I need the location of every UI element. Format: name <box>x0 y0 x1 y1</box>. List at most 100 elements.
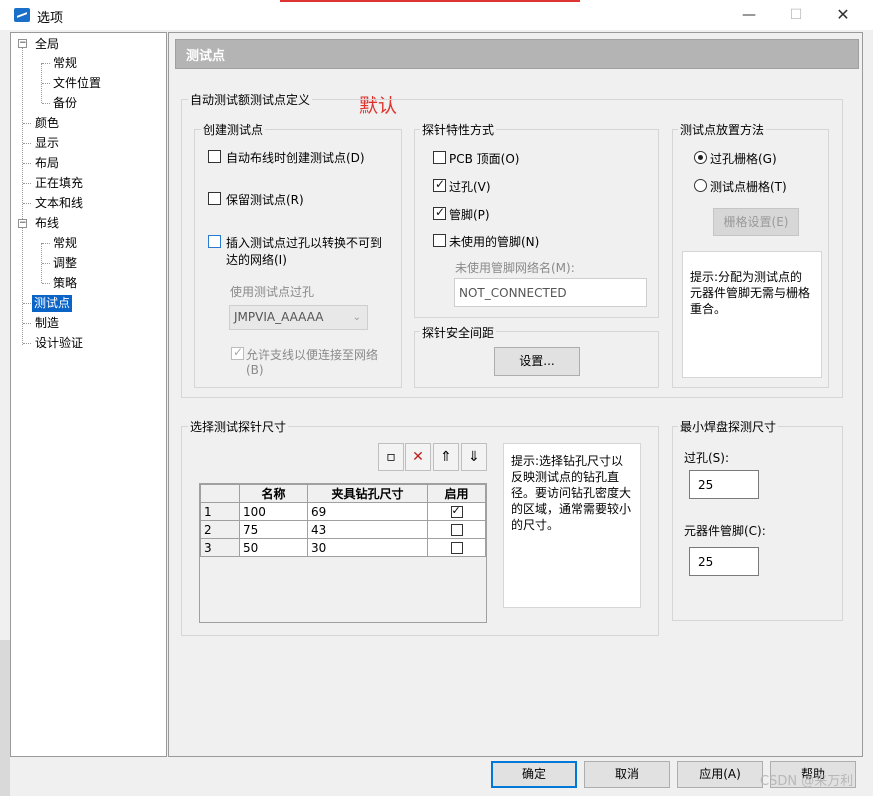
tree-line <box>22 47 23 345</box>
probe-method-group-label: 探针特性方式 <box>420 121 497 138</box>
via-grid-radio[interactable] <box>694 151 707 164</box>
ok-button[interactable]: 确定 <box>491 761 577 788</box>
testpoint-via-value: JMPVIA_AAAAA <box>234 310 324 324</box>
keep-testpoint-checkbox[interactable] <box>208 192 221 205</box>
via-probe-label: 过孔(V) <box>449 180 491 194</box>
cancel-button[interactable]: 取消 <box>584 761 670 788</box>
tree-item-manufacturing[interactable]: 制造 <box>33 315 61 332</box>
table-row[interactable]: 3 50 30 <box>200 538 486 557</box>
create-testpoint-group-label: 创建测试点 <box>201 121 266 138</box>
tree-item-test-points[interactable]: 测试点 <box>32 295 73 312</box>
unused-netname-input[interactable]: NOT_CONNECTED <box>454 278 647 307</box>
unused-pin-label: 未使用的管脚(N) <box>449 235 540 249</box>
tree-line <box>23 143 31 144</box>
column-header-enabled[interactable]: 启用 <box>427 484 486 503</box>
pin-probe-checkbox[interactable] <box>433 205 446 220</box>
move-up-icon[interactable]: ⇑ <box>433 443 459 471</box>
min-pad-group-label: 最小焊盘探测尺寸 <box>678 418 779 435</box>
min-pad-via-label: 过孔(S): <box>684 451 730 465</box>
via-probe-checkbox[interactable] <box>433 177 446 192</box>
minimize-button[interactable]: — <box>726 4 772 26</box>
page-header <box>175 39 859 69</box>
tree-line <box>42 243 50 244</box>
tree-line <box>42 83 50 84</box>
collapse-icon[interactable]: − <box>18 219 27 228</box>
tree-line <box>23 343 31 344</box>
cell-enabled[interactable] <box>427 520 486 539</box>
allow-stub-checkbox[interactable] <box>231 345 244 360</box>
move-down-icon[interactable]: ⇓ <box>461 443 487 471</box>
insert-testpoint-via-checkbox[interactable] <box>208 235 221 248</box>
testpoint-via-select[interactable]: JMPVIA_AAAAA ⌄ <box>229 305 368 330</box>
auto-route-create-label: 自动布线时创建测试点(D) <box>226 151 365 165</box>
cell-drill[interactable]: 69 <box>307 502 428 521</box>
allow-stub-label-line2: (B) <box>246 363 264 377</box>
tree-item-file-locations[interactable]: 文件位置 <box>51 75 103 92</box>
tree-item-colors[interactable]: 颜色 <box>33 115 61 132</box>
enabled-checkbox[interactable] <box>450 504 463 518</box>
row-index: 3 <box>200 538 240 557</box>
watermark: CSDN @来万利 <box>760 774 854 789</box>
grid-corner <box>200 484 240 503</box>
tree-line <box>42 103 50 104</box>
cell-drill[interactable]: 30 <box>307 538 428 557</box>
tree-item-filling[interactable]: 正在填充 <box>33 175 85 192</box>
new-row-icon[interactable]: ▫ <box>378 443 404 471</box>
insert-testpoint-via-label-line2: 达的网络(I) <box>226 253 287 267</box>
auto-route-create-checkbox[interactable] <box>208 150 221 163</box>
cell-drill[interactable]: 43 <box>307 520 428 539</box>
cell-name[interactable]: 50 <box>239 538 308 557</box>
grid-settings-button[interactable]: 栅格设置(E) <box>713 208 799 236</box>
tree-line <box>23 323 31 324</box>
table-row[interactable]: 1 100 69 <box>200 502 486 521</box>
maximize-button[interactable]: ☐ <box>773 4 819 26</box>
apply-button[interactable]: 应用(A) <box>677 761 763 788</box>
probe-size-hint: 提示:选择钻孔尺寸以反映测试点的钻孔直径。要访问钻孔密度大的区域，通常需要较小的… <box>503 443 641 608</box>
grid-header-row: 名称 夹具钻孔尺寸 启用 <box>200 484 486 503</box>
close-button[interactable]: ✕ <box>820 4 866 26</box>
window-title: 选项 <box>37 11 64 26</box>
column-header-name[interactable]: 名称 <box>239 484 308 503</box>
tree-item-general[interactable]: 常规 <box>51 55 79 72</box>
tree-line <box>23 303 31 304</box>
tree-item-display[interactable]: 显示 <box>33 135 61 152</box>
unused-pin-checkbox[interactable] <box>433 234 446 247</box>
min-pad-pin-input[interactable]: 25 <box>689 547 759 576</box>
tree-item-routing[interactable]: 布线 <box>33 215 61 232</box>
cell-enabled[interactable] <box>427 538 486 557</box>
min-pad-pin-label: 元器件管脚(C): <box>684 524 766 538</box>
placement-method-group-label: 测试点放置方法 <box>678 121 767 138</box>
clearance-settings-button[interactable]: 设置... <box>494 347 580 376</box>
delete-row-icon[interactable]: ✕ <box>405 443 431 471</box>
tree-item-backup[interactable]: 备份 <box>51 95 79 112</box>
tree-item-global[interactable]: 全局 <box>33 36 61 53</box>
cell-enabled[interactable] <box>427 502 486 521</box>
pcb-top-checkbox[interactable] <box>433 151 446 164</box>
tree-line <box>23 183 31 184</box>
probe-size-grid[interactable]: 名称 夹具钻孔尺寸 启用 1 100 69 2 75 43 3 50 30 <box>199 483 487 623</box>
tree-line <box>23 123 31 124</box>
tree-item-layout[interactable]: 布局 <box>33 155 61 172</box>
table-row[interactable]: 2 75 43 <box>200 520 486 539</box>
tree-item-text-lines[interactable]: 文本和线 <box>33 195 85 212</box>
column-header-drill[interactable]: 夹具钻孔尺寸 <box>307 484 428 503</box>
enabled-checkbox[interactable] <box>450 524 463 536</box>
tree-item-design-verify[interactable]: 设计验证 <box>33 335 85 352</box>
cell-name[interactable]: 100 <box>239 502 308 521</box>
cell-name[interactable]: 75 <box>239 520 308 539</box>
tree-item-routing-adjust[interactable]: 调整 <box>51 255 79 272</box>
collapse-icon[interactable]: − <box>18 39 27 48</box>
options-tree[interactable]: − 全局 常规 文件位置 备份 颜色 显示 布局 正在填充 文本和线 − 布线 … <box>10 32 167 757</box>
tree-item-routing-general[interactable]: 常规 <box>51 235 79 252</box>
min-pad-via-input[interactable]: 25 <box>689 470 759 499</box>
enabled-checkbox[interactable] <box>450 542 463 554</box>
insert-testpoint-via-label-line1: 插入测试点过孔以转换不可到 <box>226 236 383 250</box>
testpoint-grid-radio[interactable] <box>694 179 707 192</box>
top-accent-line <box>280 0 580 2</box>
tree-item-routing-strategy[interactable]: 策略 <box>51 275 79 292</box>
chevron-down-icon: ⌄ <box>352 312 361 323</box>
probe-clearance-group-label: 探针安全间距 <box>420 324 497 341</box>
testpoint-via-label: 使用测试点过孔 <box>230 285 315 299</box>
row-index: 2 <box>200 520 240 539</box>
testpoint-grid-label: 测试点栅格(T) <box>710 180 787 194</box>
